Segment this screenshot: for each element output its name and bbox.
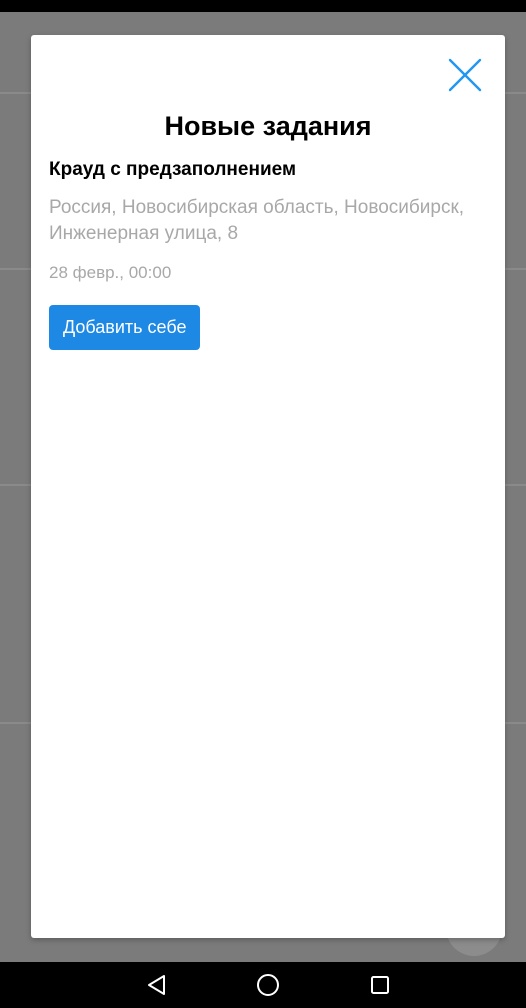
system-navigation-bar — [0, 962, 526, 1008]
recents-icon — [371, 976, 389, 994]
close-icon — [448, 58, 482, 92]
task-date: 28 февр., 00:00 — [49, 263, 172, 282]
home-icon — [257, 974, 279, 996]
nav-home-button[interactable] — [253, 970, 283, 1000]
add-to-me-button[interactable]: Добавить себе — [49, 305, 201, 350]
nav-back-button[interactable] — [142, 970, 172, 1000]
close-button[interactable] — [443, 53, 487, 97]
dialog-title: Новые задания — [164, 111, 372, 141]
task-title: Крауд с предзаполнением — [49, 159, 296, 180]
new-tasks-dialog: Новые задания Крауд с предзаполнением Ро… — [31, 35, 505, 938]
nav-recents-button[interactable] — [365, 970, 395, 1000]
task-address: Россия, Новосибирская область, Новосибир… — [49, 197, 465, 244]
back-icon — [148, 975, 165, 995]
status-bar — [0, 0, 526, 12]
